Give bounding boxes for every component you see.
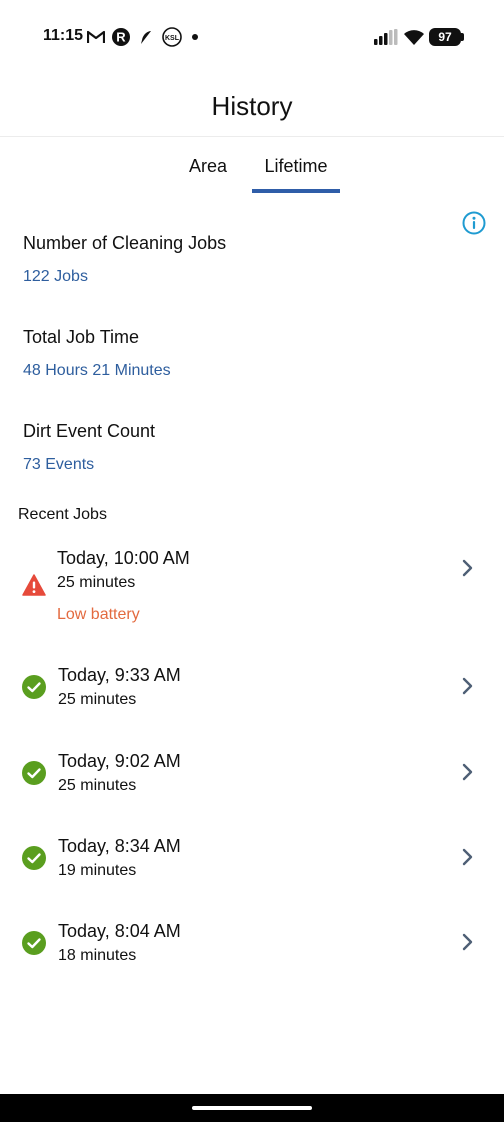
job-time: Today, 8:04 AM xyxy=(58,921,181,941)
warning-triangle-icon xyxy=(22,573,46,597)
job-duration: 25 minutes xyxy=(58,691,137,708)
signal-icon xyxy=(373,27,399,47)
chevron-right-icon xyxy=(459,847,475,867)
system-nav-bar xyxy=(0,1094,504,1122)
tab-lifetime[interactable]: Lifetime xyxy=(252,156,340,177)
tab-active-indicator xyxy=(252,189,340,193)
job-row[interactable]: Today, 9:33 AM 25 minutes xyxy=(0,656,504,720)
stat-label-total-job-time: Total Job Time xyxy=(23,327,140,347)
job-duration: 25 minutes xyxy=(57,574,136,591)
job-row[interactable]: Today, 8:34 AM 19 minutes xyxy=(0,827,504,891)
chevron-right-icon xyxy=(459,932,475,952)
dot-icon xyxy=(191,27,199,47)
job-time: Today, 9:33 AM xyxy=(58,665,181,685)
job-row[interactable]: Today, 9:02 AM 25 minutes xyxy=(0,742,504,806)
check-circle-icon xyxy=(22,675,46,699)
job-time: Today, 8:34 AM xyxy=(58,836,181,856)
home-gesture-handle[interactable] xyxy=(192,1106,312,1110)
job-time: Today, 9:02 AM xyxy=(58,751,181,771)
job-duration: 19 minutes xyxy=(58,862,137,879)
job-duration: 25 minutes xyxy=(58,777,137,794)
chevron-right-icon xyxy=(459,558,475,578)
check-circle-icon xyxy=(22,761,46,785)
job-time: Today, 10:00 AM xyxy=(57,548,190,568)
stat-value-cleaning-jobs: 122 Jobs xyxy=(23,268,88,285)
status-bar: 11:15 R KSL 97 xyxy=(0,0,504,72)
page-header: History xyxy=(0,72,504,137)
stat-value-total-job-time: 48 Hours 21 Minutes xyxy=(23,362,171,379)
job-warning-note: Low battery xyxy=(57,606,140,623)
check-circle-icon xyxy=(22,846,46,870)
stat-value-dirt-events: 73 Events xyxy=(23,456,95,473)
job-row[interactable]: Today, 10:00 AM 25 minutes Low battery xyxy=(0,540,504,636)
gmail-icon xyxy=(86,27,106,47)
feather-icon xyxy=(137,27,155,47)
tab-area[interactable]: Area xyxy=(180,156,236,177)
stat-label-dirt-events: Dirt Event Count xyxy=(23,421,156,441)
chevron-right-icon xyxy=(459,762,475,782)
battery-tip xyxy=(461,33,464,41)
r-app-icon: R xyxy=(111,27,131,47)
job-row[interactable]: Today, 8:04 AM 18 minutes xyxy=(0,912,504,976)
page-title: History xyxy=(211,91,293,121)
ksl-icon-text: KSL xyxy=(165,35,180,42)
status-time: 11:15 xyxy=(43,27,84,44)
info-icon[interactable] xyxy=(462,211,486,235)
svg-text:R: R xyxy=(116,30,126,45)
job-duration: 18 minutes xyxy=(58,947,137,964)
stat-label-cleaning-jobs: Number of Cleaning Jobs xyxy=(23,233,227,253)
recent-jobs-heading: Recent Jobs xyxy=(18,506,107,523)
ksl-icon: KSL xyxy=(161,27,183,47)
check-circle-icon xyxy=(22,931,46,955)
chevron-right-icon xyxy=(459,676,475,696)
battery-indicator: 97 xyxy=(429,28,461,46)
wifi-icon xyxy=(403,27,425,47)
